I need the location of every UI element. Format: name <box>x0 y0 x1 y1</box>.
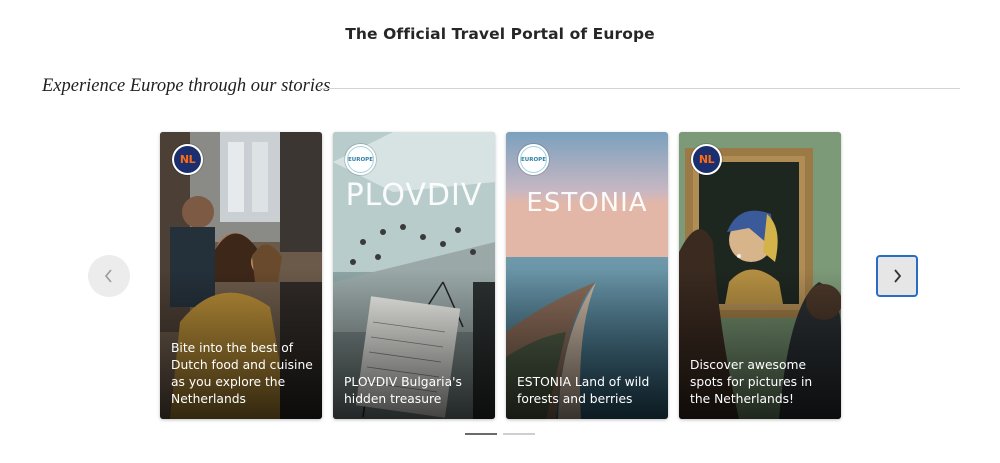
story-card-estonia[interactable]: ESTONIA EUROPE ESTONIA Land of wild fore… <box>506 132 668 419</box>
europe-logo-badge: EUROPE <box>518 144 549 175</box>
page-title: The Official Travel Portal of Europe <box>345 25 655 43</box>
story-card-plovdiv[interactable]: PLOVDIV EUROPE PLOVDIV Bulgaria's hidden… <box>333 132 495 419</box>
pagination-dot-2[interactable] <box>503 433 535 435</box>
story-caption: Bite into the best of Dutch food and cui… <box>171 341 313 406</box>
chevron-left-icon <box>104 269 112 283</box>
nl-logo-badge: NL <box>172 144 203 175</box>
story-headline: ESTONIA <box>526 188 648 218</box>
story-card-dutch-food[interactable]: NL Bite into the best of Dutch food and … <box>160 132 322 419</box>
carousel-prev-button[interactable] <box>88 255 130 297</box>
story-caption: ESTONIA Land of wild forests and berries <box>517 375 650 406</box>
nl-logo-badge: NL <box>691 144 722 175</box>
carousel-next-button[interactable] <box>876 255 918 297</box>
section-header: Experience Europe through our stories <box>42 76 960 100</box>
story-card-netherlands-photo-spots[interactable]: NL Discover awesome spots for pictures i… <box>679 132 841 419</box>
story-headline: PLOVDIV <box>345 178 483 213</box>
section-divider <box>320 88 960 89</box>
section-title: Experience Europe through our stories <box>42 76 331 96</box>
story-caption: Discover awesome spots for pictures in t… <box>690 358 813 406</box>
europe-logo-badge: EUROPE <box>345 144 376 175</box>
pagination-dot-1[interactable] <box>465 433 497 435</box>
carousel-pagination <box>465 433 535 436</box>
story-caption: PLOVDIV Bulgaria's hidden treasure <box>344 375 462 406</box>
chevron-right-icon <box>894 269 902 283</box>
